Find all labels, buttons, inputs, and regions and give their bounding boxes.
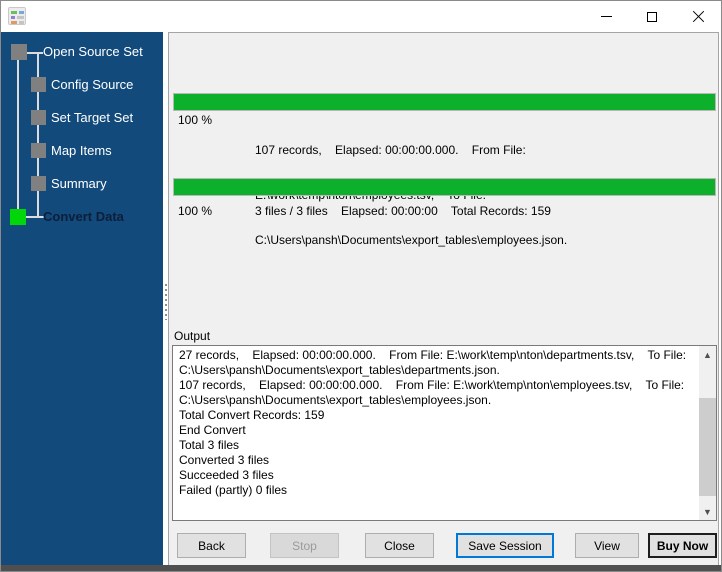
- title-bar: [1, 1, 721, 32]
- output-log-text: 27 records, Elapsed: 00:00:00.000. From …: [179, 348, 687, 497]
- scroll-down-icon[interactable]: ▼︎: [699, 504, 716, 519]
- step-marker-open-source-set: [11, 44, 27, 60]
- close-icon: [691, 9, 706, 24]
- file-progress-detail-line3: C:\Users\pansh\Documents\export_tables\e…: [255, 233, 568, 247]
- step-connector-line: [26, 216, 44, 218]
- output-label: Output: [174, 329, 211, 343]
- stop-button: Stop: [270, 533, 339, 558]
- sidebar-step-config-source: Config Source: [51, 77, 134, 92]
- scrollbar-thumb[interactable]: [699, 398, 716, 496]
- sidebar-step-map-items: Map Items: [51, 143, 112, 158]
- step-marker-map-items: [31, 143, 46, 158]
- file-progress-bar: [173, 93, 716, 111]
- minimize-button[interactable]: [583, 1, 629, 32]
- step-marker-set-target-set: [31, 110, 46, 125]
- minimize-icon: [600, 16, 612, 17]
- sidebar-step-open-source-set: Open Source Set: [43, 44, 143, 59]
- sidebar-step-summary: Summary: [51, 176, 107, 191]
- step-marker-convert-data-active: [10, 209, 26, 225]
- convert-panel: 100 % 107 records, Elapsed: 00:00:00.000…: [168, 32, 719, 565]
- window-bottom-edge: [1, 565, 721, 571]
- sidebar-step-convert-data: Convert Data: [43, 209, 124, 224]
- app-icon: [8, 7, 26, 25]
- total-progress-percent: 100 %: [178, 204, 213, 218]
- maximize-button[interactable]: [629, 1, 675, 32]
- save-session-button[interactable]: Save Session: [456, 533, 554, 558]
- step-connector-line: [27, 52, 43, 54]
- step-connector-line: [17, 60, 19, 210]
- output-log-box[interactable]: 27 records, Elapsed: 00:00:00.000. From …: [172, 345, 717, 521]
- maximize-icon: [647, 11, 657, 22]
- app-window: Open Source Set Config Source Set Target…: [0, 0, 722, 572]
- buy-now-button[interactable]: Buy Now: [648, 533, 717, 558]
- file-progress-detail-line1: 107 records, Elapsed: 00:00:00.000. From…: [255, 143, 526, 157]
- scroll-up-icon[interactable]: ▲︎: [699, 347, 716, 362]
- close-dialog-button[interactable]: Close: [365, 533, 434, 558]
- total-progress-detail: 3 files / 3 files Elapsed: 00:00:00 Tota…: [255, 204, 551, 218]
- window-controls: [583, 1, 721, 32]
- sidebar-step-set-target-set: Set Target Set: [51, 110, 134, 125]
- step-marker-summary: [31, 176, 46, 191]
- step-marker-config-source: [31, 77, 46, 92]
- view-button[interactable]: View: [575, 533, 639, 558]
- splitter-grip-icon: [165, 284, 167, 320]
- file-progress-percent: 100 %: [178, 113, 213, 127]
- back-button[interactable]: Back: [177, 533, 246, 558]
- close-button[interactable]: [675, 1, 721, 32]
- total-progress-bar: [173, 178, 716, 196]
- wizard-sidebar: Open Source Set Config Source Set Target…: [1, 32, 163, 565]
- output-scrollbar[interactable]: ▲︎ ▼︎: [699, 346, 716, 520]
